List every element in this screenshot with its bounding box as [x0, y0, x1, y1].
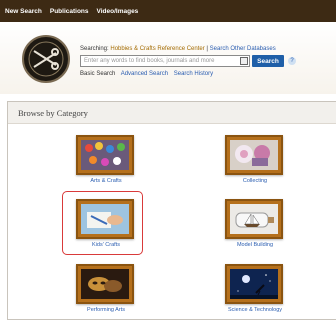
category-arts-crafts[interactable]: Arts & Crafts — [66, 135, 146, 187]
collectibles-icon[interactable] — [225, 135, 283, 175]
searching-prefix: Searching: — [80, 46, 109, 52]
theatre-masks-icon[interactable] — [76, 264, 134, 304]
selection-highlight — [62, 191, 143, 255]
category-label[interactable]: Model Building — [215, 242, 295, 248]
search-header: Searching: Hobbies & Crafts Reference Ce… — [0, 22, 336, 94]
other-databases-link[interactable]: Search Other Databases — [210, 46, 276, 52]
browse-heading: Browse by Category — [8, 102, 336, 124]
category-science-technology[interactable]: Science & Technology — [215, 264, 295, 316]
category-label[interactable]: Collecting — [215, 178, 295, 184]
search-button[interactable]: Search — [252, 55, 284, 67]
top-navigation-bar: New Search Publications Video/Images — [0, 0, 336, 22]
search-placeholder: Enter any words to find books, journals … — [84, 58, 215, 64]
database-name-link[interactable]: Hobbies & Crafts Reference Center — [110, 46, 204, 52]
search-input[interactable]: Enter any words to find books, journals … — [80, 55, 250, 67]
search-mode-links: Basic Search Advanced Search Search Hist… — [80, 71, 217, 77]
dropdown-icon[interactable] — [240, 57, 248, 65]
category-label[interactable]: Performing Arts — [66, 307, 146, 313]
browse-by-category-panel: Browse by Category Arts & Crafts Collect… — [7, 101, 336, 320]
help-icon[interactable]: ? — [288, 57, 296, 65]
category-label[interactable]: Arts & Crafts — [66, 178, 146, 184]
scissors-logo-icon — [22, 35, 70, 83]
nav-video-images[interactable]: Video/Images — [97, 8, 139, 15]
category-performing-arts[interactable]: Performing Arts — [66, 264, 146, 316]
paint-palette-icon[interactable] — [76, 135, 134, 175]
advanced-search-link[interactable]: Advanced Search — [121, 71, 168, 77]
telescope-icon[interactable] — [225, 264, 283, 304]
basic-search-label: Basic Search — [80, 71, 116, 77]
category-model-building[interactable]: Model Building — [215, 199, 295, 251]
separator: | — [206, 46, 208, 52]
category-collecting[interactable]: Collecting — [215, 135, 295, 187]
nav-publications[interactable]: Publications — [50, 8, 89, 15]
nav-new-search[interactable]: New Search — [5, 8, 42, 15]
category-label[interactable]: Science & Technology — [215, 307, 295, 313]
ship-in-bottle-icon[interactable] — [225, 199, 283, 239]
search-history-link[interactable]: Search History — [174, 71, 213, 77]
searching-line: Searching: Hobbies & Crafts Reference Ce… — [80, 46, 276, 52]
